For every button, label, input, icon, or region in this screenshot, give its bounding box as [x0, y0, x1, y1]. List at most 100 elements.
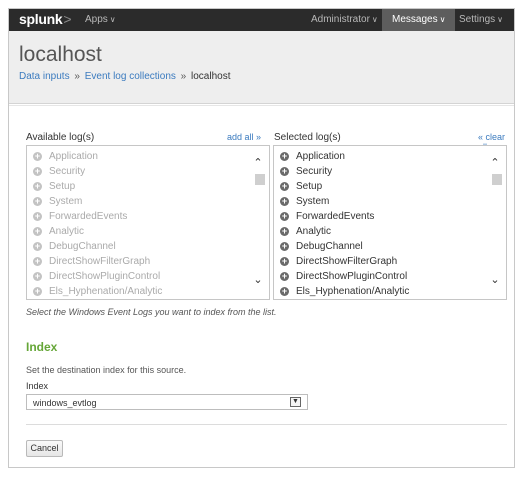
chevron-down-icon: ∨: [497, 15, 503, 24]
index-section-description: Set the destination index for this sourc…: [26, 365, 187, 375]
available-log-item[interactable]: + ForwardedEvents: [33, 209, 127, 224]
administrator-menu[interactable]: Administrator ∨: [311, 14, 378, 25]
main-content: Available log(s) add all » Selected log(…: [9, 105, 514, 469]
add-icon[interactable]: +: [280, 272, 289, 281]
page-header: localhost Data inputs » Event log collec…: [9, 31, 514, 104]
available-log-item[interactable]: + Setup: [33, 179, 75, 194]
selected-log-item[interactable]: + Application: [280, 149, 345, 164]
add-icon[interactable]: +: [33, 287, 42, 296]
add-icon[interactable]: +: [33, 167, 42, 176]
breadcrumb-current: localhost: [191, 71, 231, 82]
app-frame: splunk> Apps ∨ Administrator ∨ Messages ∨ S…: [8, 8, 515, 468]
available-log-item[interactable]: + Els_Hyphenation/Analytic: [33, 284, 162, 299]
available-log-item[interactable]: + System: [33, 194, 82, 209]
apps-menu-label: Apps: [85, 14, 108, 25]
scrollbar-thumb[interactable]: [255, 174, 265, 185]
add-all-link[interactable]: add all »: [227, 132, 261, 142]
add-icon[interactable]: +: [33, 257, 42, 266]
selected-log-item[interactable]: + DirectShowFilterGraph: [280, 254, 397, 269]
page-title: localhost: [19, 43, 102, 66]
cancel-button[interactable]: Cancel: [26, 440, 63, 457]
scrollbar-thumb[interactable]: [492, 174, 502, 185]
add-icon[interactable]: +: [33, 227, 42, 236]
selected-log-item[interactable]: + Security: [280, 164, 332, 179]
log-item-label: DirectShowPluginControl: [49, 271, 161, 282]
scroll-up-arrow-icon[interactable]: ⌃: [490, 158, 500, 169]
logo-chevron: >: [63, 11, 72, 27]
divider: [26, 424, 507, 425]
available-logs-label: Available log(s): [26, 132, 95, 143]
log-item-label: ForwardedEvents: [296, 211, 375, 222]
available-log-item[interactable]: + DebugChannel: [33, 239, 116, 254]
add-icon[interactable]: +: [33, 152, 42, 161]
administrator-menu-label: Administrator: [311, 14, 370, 25]
log-item-label: Els_Hyphenation/Analytic: [296, 286, 410, 297]
selected-log-item[interactable]: + Setup: [280, 179, 322, 194]
log-item-label: System: [49, 196, 83, 207]
add-icon[interactable]: +: [280, 167, 289, 176]
breadcrumb: Data inputs » Event log collections » lo…: [19, 71, 230, 82]
add-icon[interactable]: +: [33, 197, 42, 206]
available-log-item[interactable]: + Analytic: [33, 224, 84, 239]
selected-log-item[interactable]: + System: [280, 194, 329, 209]
log-item-label: DebugChannel: [296, 241, 363, 252]
add-icon[interactable]: +: [33, 242, 42, 251]
add-icon[interactable]: +: [33, 272, 42, 281]
log-item-label: Analytic: [49, 226, 85, 237]
selected-log-item[interactable]: + ForwardedEvents: [280, 209, 374, 224]
selected-log-item[interactable]: + DirectShowPluginControl: [280, 269, 407, 284]
add-icon[interactable]: +: [33, 212, 42, 221]
selected-log-item[interactable]: + Els_Hyphenation/Analytic: [280, 284, 409, 299]
chevron-down-icon: ∨: [109, 15, 116, 24]
log-item-label: Application: [49, 151, 98, 162]
log-item-label: System: [296, 196, 330, 207]
selected-log-item[interactable]: + DebugChannel: [280, 239, 363, 254]
chevron-down-icon: ∨: [371, 15, 378, 24]
scroll-down-arrow-icon[interactable]: ⌄: [490, 275, 500, 286]
top-navigation-bar: splunk> Apps ∨ Administrator ∨ Messages ∨ S…: [9, 9, 514, 31]
add-icon[interactable]: +: [280, 227, 289, 236]
chevron-down-icon[interactable]: ▼: [290, 397, 301, 407]
selected-log-item[interactable]: + Analytic: [280, 224, 331, 239]
add-icon[interactable]: +: [280, 242, 289, 251]
add-icon[interactable]: +: [280, 197, 289, 206]
index-select[interactable]: windows_evtlog ▼: [26, 394, 308, 410]
help-text: Select the Windows Event Logs you want t…: [26, 307, 277, 317]
available-log-item[interactable]: + Security: [33, 164, 85, 179]
log-item-label: DebugChannel: [49, 241, 116, 252]
log-item-label: DirectShowFilterGraph: [49, 256, 151, 267]
available-log-item[interactable]: + DirectShowPluginControl: [33, 269, 160, 284]
log-item-label: Analytic: [296, 226, 332, 237]
breadcrumb-separator: »: [180, 71, 187, 82]
available-log-item[interactable]: + Application: [33, 149, 98, 164]
log-item-label: Setup: [296, 181, 323, 192]
add-icon[interactable]: +: [280, 257, 289, 266]
available-logs-list[interactable]: + Application + Security + Setup + System + F…: [26, 145, 270, 300]
add-icon[interactable]: +: [280, 287, 289, 296]
settings-menu[interactable]: Settings ∨: [459, 14, 503, 25]
log-item-label: Setup: [49, 181, 76, 192]
messages-menu[interactable]: Messages ∨: [382, 9, 456, 31]
apps-menu[interactable]: Apps ∨: [85, 14, 116, 25]
scroll-down-arrow-icon[interactable]: ⌄: [253, 275, 263, 286]
add-icon[interactable]: +: [280, 152, 289, 161]
scroll-up-arrow-icon[interactable]: ⌃: [253, 158, 263, 169]
index-section-title: Index: [26, 340, 58, 354]
chevron-down-icon: ∨: [439, 15, 446, 24]
add-icon[interactable]: +: [33, 182, 42, 191]
available-log-item[interactable]: + DirectShowFilterGraph: [33, 254, 150, 269]
selected-logs-list[interactable]: + Application + Security + Setup + System + F…: [273, 145, 507, 300]
log-item-label: Els_Hyphenation/Analytic: [49, 286, 163, 297]
add-icon[interactable]: +: [280, 212, 289, 221]
breadcrumb-separator: »: [74, 71, 80, 82]
messages-menu-label: Messages: [392, 14, 438, 25]
breadcrumb-event-log-collections[interactable]: Event log collections: [85, 71, 176, 82]
log-item-label: Security: [296, 166, 333, 177]
splunk-logo[interactable]: splunk>: [19, 11, 72, 27]
logo-text: splunk: [19, 11, 63, 27]
add-icon[interactable]: +: [280, 182, 289, 191]
log-item-label: DirectShowFilterGraph: [296, 256, 398, 267]
breadcrumb-data-inputs[interactable]: Data inputs: [19, 71, 70, 82]
index-select-value: windows_evtlog: [33, 398, 97, 408]
selected-logs-label: Selected log(s): [274, 132, 341, 143]
